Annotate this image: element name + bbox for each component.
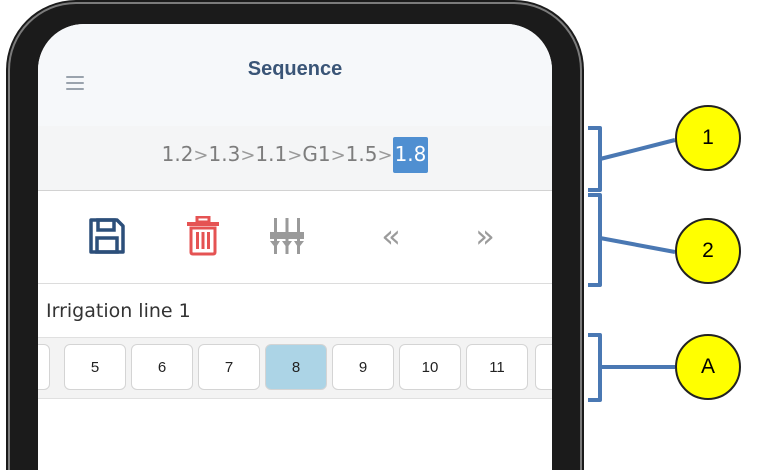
callout-a: A — [675, 334, 741, 400]
bracket-a — [588, 333, 602, 402]
callout-connectors — [588, 126, 676, 402]
bracket-1 — [588, 126, 602, 192]
callout-2: 2 — [675, 218, 741, 284]
leader-2 — [599, 236, 676, 254]
callout-1: 1 — [675, 105, 741, 171]
leader-1 — [599, 138, 676, 161]
bracket-2 — [588, 193, 602, 287]
